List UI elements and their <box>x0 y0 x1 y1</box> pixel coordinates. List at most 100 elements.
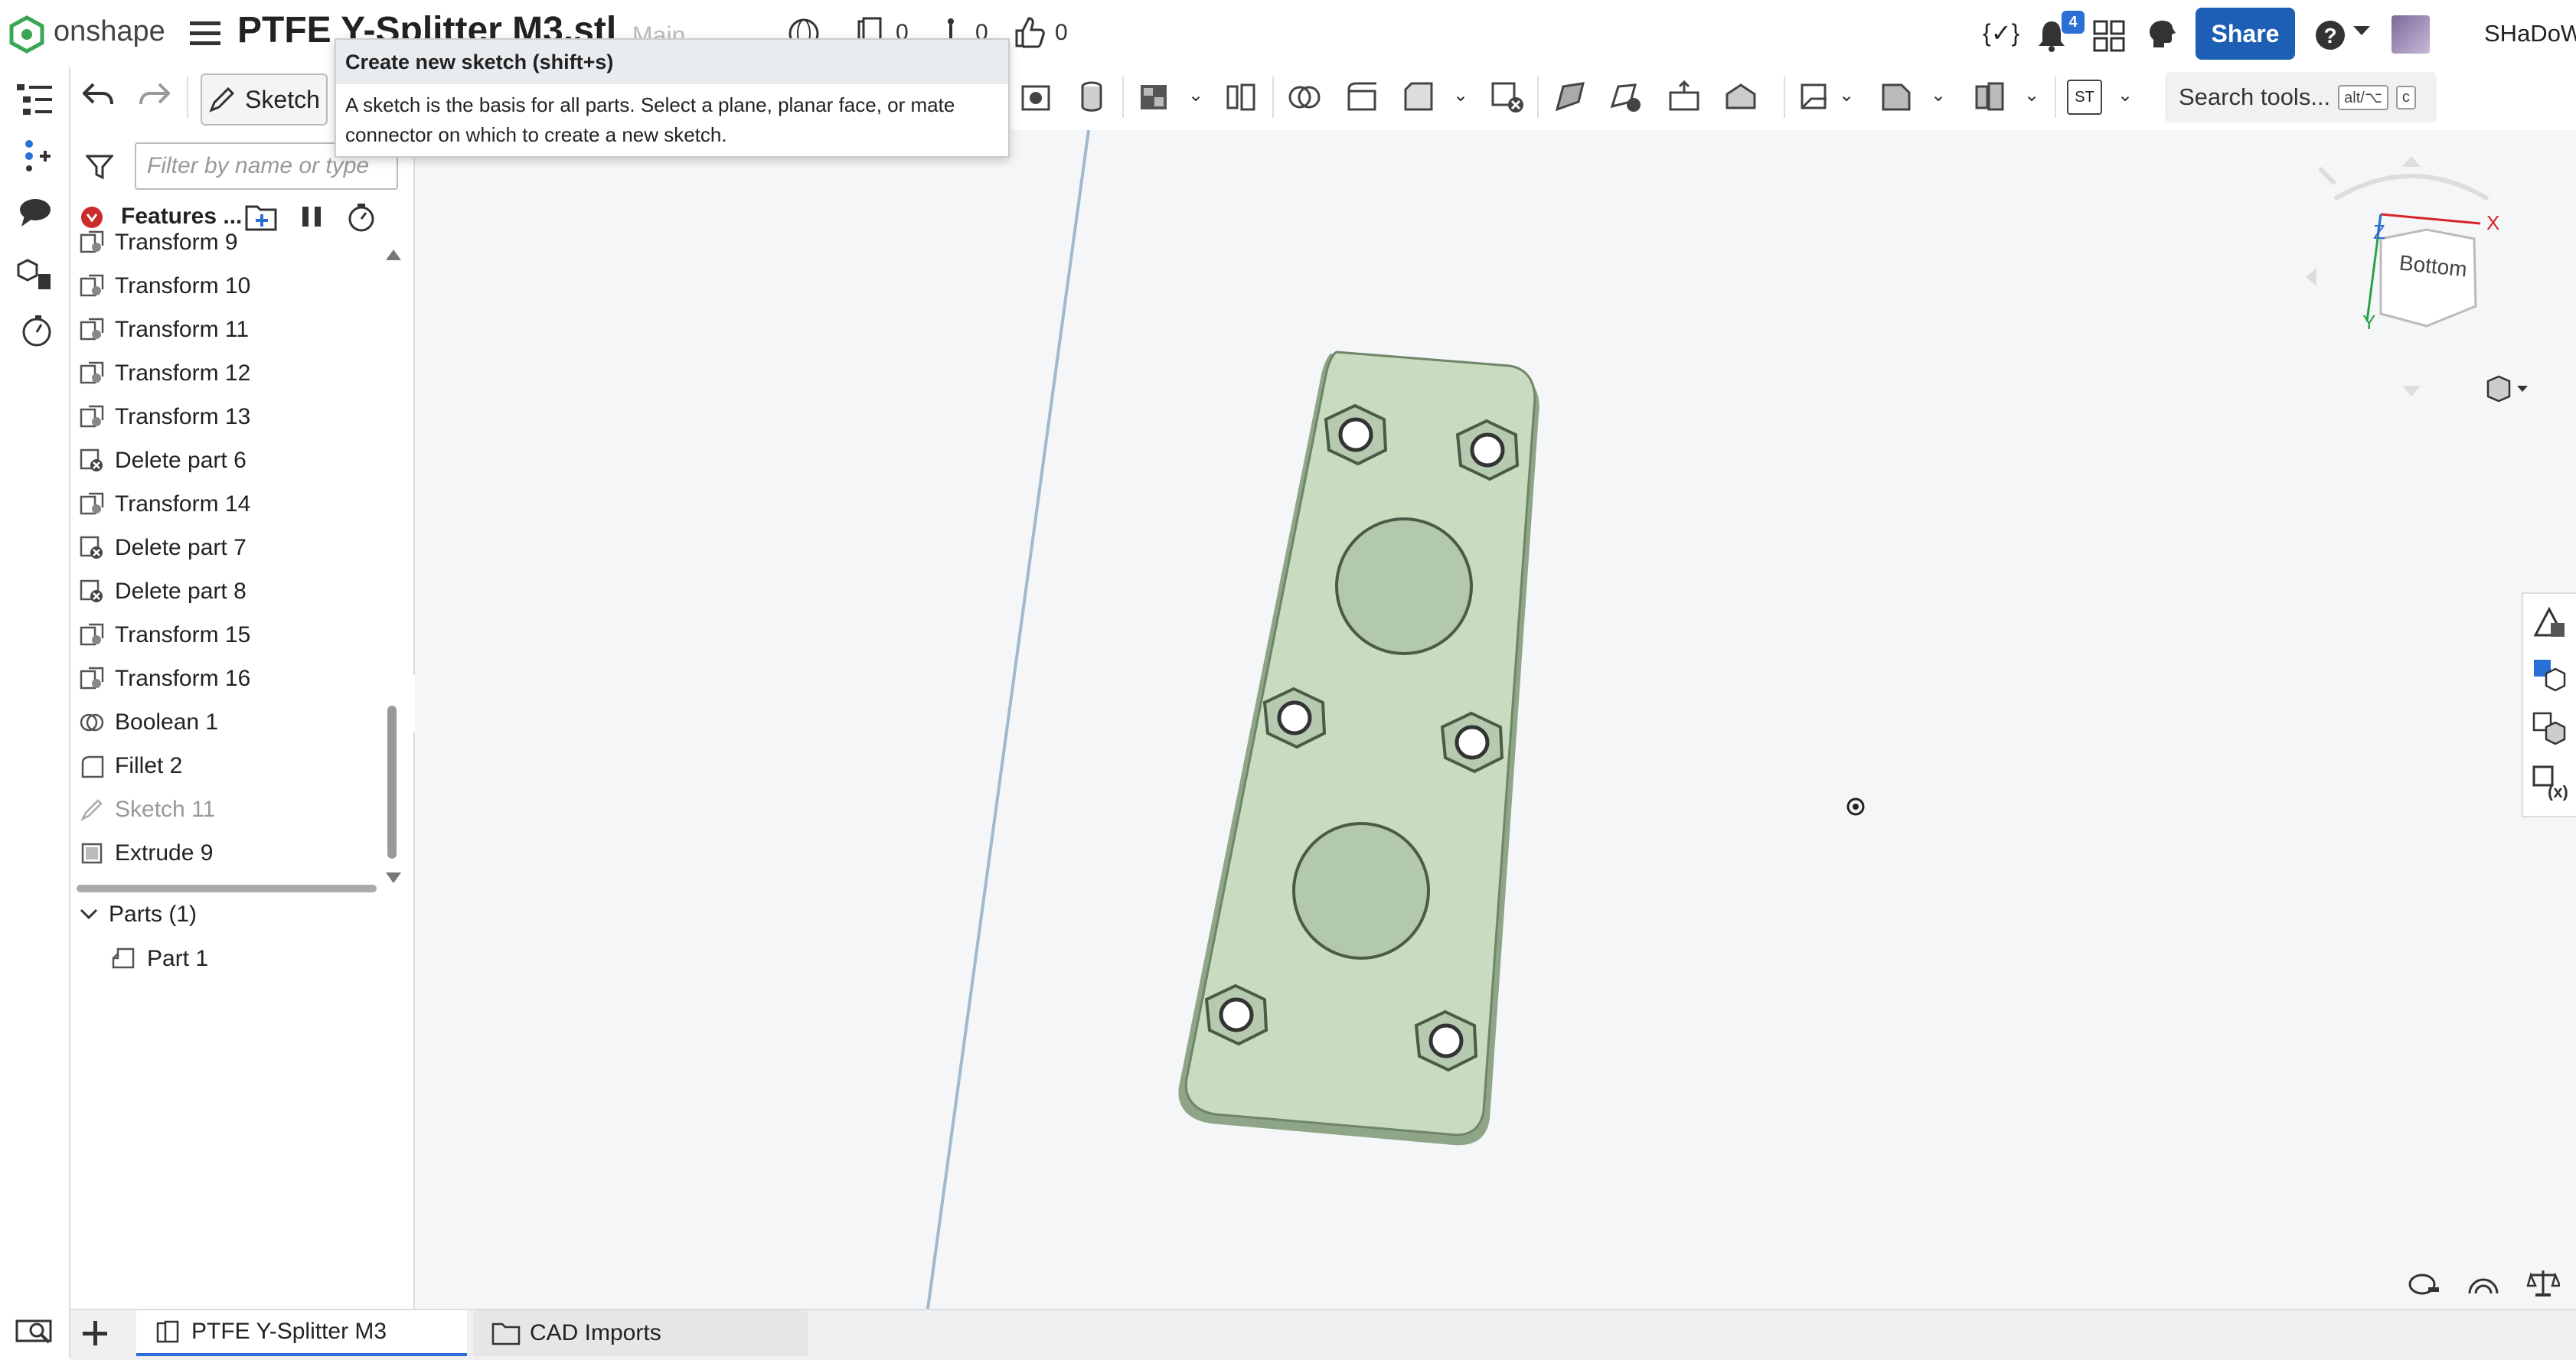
new-folder-icon[interactable] <box>245 202 277 231</box>
fillet-tool-icon[interactable] <box>1344 79 1381 116</box>
delete-part-icon <box>80 536 104 560</box>
feature-label: Transform 10 <box>115 273 251 298</box>
brand-name[interactable]: onshape <box>54 15 165 48</box>
feature-list-scrollbar[interactable] <box>387 706 397 859</box>
feature-list-icon[interactable] <box>17 83 52 116</box>
toolbar-divider <box>1272 77 1274 118</box>
help-icon[interactable]: ? <box>2313 18 2347 52</box>
feature-label: Transform 12 <box>115 360 251 386</box>
feature-list-item[interactable]: Transform 13 <box>80 396 250 438</box>
viewport-canvas[interactable] <box>415 130 2576 1309</box>
add-tab-plus-icon[interactable] <box>80 1318 110 1349</box>
feature-list-item[interactable]: Transform 12 <box>80 353 250 394</box>
chevron-down-icon[interactable]: ⌄ <box>1188 84 1203 106</box>
scroll-up-arrow-icon[interactable] <box>386 249 401 260</box>
comments-icon[interactable] <box>18 197 52 228</box>
search-zoom-icon[interactable] <box>15 1315 52 1345</box>
scroll-down-arrow-icon[interactable] <box>386 872 401 883</box>
app-store-icon[interactable] <box>2093 20 2125 52</box>
like-icon[interactable] <box>1012 15 1046 49</box>
shortcut-key: alt/⌥ <box>2338 84 2388 110</box>
feature-list-item[interactable]: Transform 16 <box>80 658 250 700</box>
plane-tool-icon[interactable] <box>1797 79 1834 116</box>
help-chevron-down-icon[interactable] <box>2353 26 2370 37</box>
onshape-logo-icon[interactable] <box>8 15 46 54</box>
chevron-down-icon[interactable]: ⌄ <box>1839 84 1854 106</box>
units-scale-icon[interactable] <box>2526 1267 2560 1298</box>
boolean-tool-icon[interactable] <box>1286 79 1323 116</box>
split-tool-icon[interactable] <box>1666 79 1703 116</box>
feature-list-item[interactable]: Sketch 11 <box>80 789 215 830</box>
pause-icon[interactable] <box>300 205 323 228</box>
user-avatar[interactable] <box>2392 15 2430 54</box>
bill-of-materials-icon[interactable] <box>2532 658 2568 693</box>
feature-list-item[interactable]: Boolean 1 <box>80 702 218 743</box>
sweep-tool-icon[interactable] <box>1136 79 1173 116</box>
feature-list-item[interactable]: Transform 10 <box>80 266 250 307</box>
share-button[interactable]: Share <box>2196 8 2295 60</box>
frames-tool-icon[interactable] <box>1972 79 2009 116</box>
tab-cad-imports[interactable]: CAD Imports <box>473 1310 808 1356</box>
appearance-icon[interactable] <box>2532 605 2568 640</box>
mass-properties-icon[interactable] <box>2532 712 2568 747</box>
feature-label: Boolean 1 <box>115 709 219 735</box>
view-cube[interactable]: X Z Y Bottom <box>2304 153 2519 398</box>
chevron-down-icon[interactable]: ⌄ <box>2024 84 2039 106</box>
chevron-down-icon[interactable]: ⌄ <box>1453 84 1468 106</box>
view-cube-down-arrow-icon <box>2402 386 2421 396</box>
delete-part-tool-icon[interactable] <box>1490 79 1526 116</box>
tab-label: PTFE Y-Splitter M3 <box>191 1319 387 1344</box>
filter-funnel-icon[interactable] <box>86 153 113 181</box>
transform-icon <box>80 623 104 647</box>
part-3d-model <box>1178 351 1539 1146</box>
part-list-item[interactable]: Part 1 <box>110 946 208 972</box>
measure-tape-icon[interactable] <box>2407 1270 2441 1296</box>
chevron-down-icon[interactable]: ⌄ <box>2117 84 2133 106</box>
transform-icon <box>80 318 104 342</box>
chamfer-tool-icon[interactable] <box>1401 79 1438 116</box>
feature-list-item[interactable]: Transform 9 <box>80 222 238 263</box>
sketch-tooltip: Create new sketch (shift+s) A sketch is … <box>335 38 1010 158</box>
feature-list-item[interactable]: Delete part 6 <box>80 440 246 481</box>
loft-tool-icon[interactable] <box>1223 79 1260 116</box>
transform-icon <box>80 405 104 429</box>
revolve-tool-icon[interactable] <box>1073 79 1110 116</box>
delete-part-icon <box>80 579 104 604</box>
feature-list-item[interactable]: Fillet 2 <box>80 745 182 787</box>
custom-features-icon[interactable]: (x) <box>2532 765 2568 801</box>
feature-list-horizontal-scrollbar[interactable] <box>77 885 377 892</box>
feature-list-item[interactable]: Transform 14 <box>80 484 250 525</box>
username[interactable]: SHaDoW6 <box>2484 20 2576 47</box>
feature-list-item[interactable]: Delete part 8 <box>80 571 246 612</box>
surface-tool-icon[interactable]: ST <box>2067 80 2102 115</box>
feature-label: Transform 16 <box>115 666 251 691</box>
extrude-tool-icon[interactable] <box>1018 79 1055 116</box>
shell-tool-icon[interactable] <box>1722 79 1759 116</box>
undo-icon[interactable] <box>83 81 113 109</box>
search-tools-input[interactable]: Search tools... alt/⌥ c <box>2165 72 2437 122</box>
chevron-down-icon[interactable]: ⌄ <box>1931 84 1946 106</box>
large-hole <box>1335 517 1473 655</box>
parts-section-header[interactable]: Parts (1) <box>80 902 197 928</box>
feature-list-item[interactable]: Transform 11 <box>80 309 249 351</box>
stopwatch-icon[interactable] <box>346 202 377 233</box>
section-view-icon[interactable] <box>2467 1270 2500 1296</box>
history-stopwatch-icon[interactable] <box>18 314 52 347</box>
sheet-metal-tool-icon[interactable] <box>1879 79 1915 116</box>
sketch-button[interactable]: Sketch <box>201 73 328 126</box>
redo-icon[interactable] <box>139 81 170 109</box>
3d-viewport[interactable] <box>415 130 2576 1309</box>
transform-tool-icon[interactable] <box>1552 79 1589 116</box>
feature-list-item[interactable]: Transform 15 <box>80 615 250 656</box>
learning-center-icon[interactable] <box>2147 18 2177 51</box>
feature-list-item[interactable]: Extrude 9 <box>80 833 213 874</box>
feature-label: Transform 9 <box>115 230 238 255</box>
pattern-tool-icon[interactable] <box>1608 79 1644 116</box>
hamburger-menu-icon[interactable] <box>190 20 220 47</box>
feature-list-item[interactable]: Delete part 7 <box>80 527 246 569</box>
tab-part-studio[interactable]: PTFE Y-Splitter M3 <box>136 1310 467 1356</box>
variables-icon[interactable]: {✓} <box>1983 18 2019 47</box>
configurations-icon[interactable] <box>17 257 52 291</box>
view-options-cube-icon[interactable] <box>2485 373 2531 404</box>
insert-mate-connector-icon[interactable] <box>18 138 52 171</box>
